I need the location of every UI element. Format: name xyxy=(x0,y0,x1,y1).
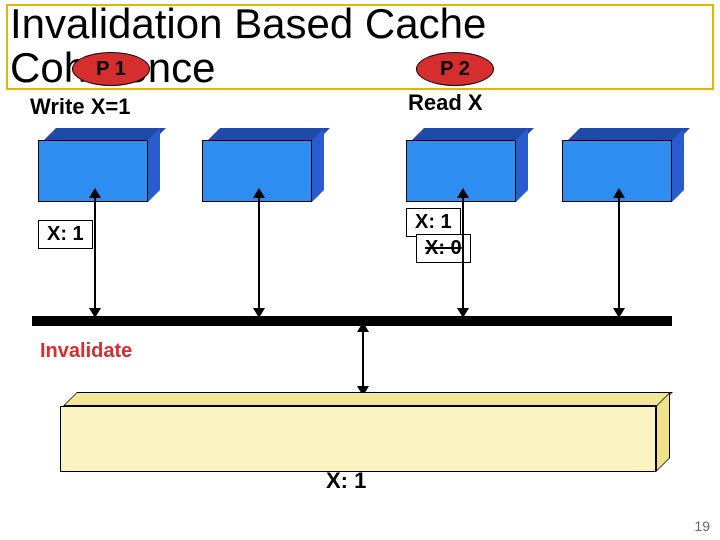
title-line-1: Invalidation Based Cache xyxy=(10,0,486,47)
processor-p2-badge: P 2 xyxy=(416,52,494,86)
system-bus xyxy=(32,316,672,326)
main-memory xyxy=(60,392,656,458)
p2-cache-value-new: X: 1 xyxy=(406,208,461,237)
invalidate-label: Invalidate xyxy=(40,340,132,363)
cache-4 xyxy=(562,128,672,190)
bus-connector-3 xyxy=(462,196,464,310)
bus-connector-4 xyxy=(618,196,620,310)
p1-cache-value: X: 1 xyxy=(38,220,93,249)
memory-value: X: 1 xyxy=(326,468,366,494)
processor-p2-label: P 2 xyxy=(440,58,470,81)
p2-action: Read X xyxy=(408,90,483,116)
bus-connector-2 xyxy=(258,196,260,310)
processor-p1-badge: P 1 xyxy=(72,52,150,86)
page-number: 19 xyxy=(694,518,710,534)
bus-connector-1 xyxy=(94,196,96,310)
p1-action: Write X=1 xyxy=(30,94,130,120)
memory-connector xyxy=(362,330,364,388)
cache-p1 xyxy=(38,128,148,190)
processor-p1-label: P 1 xyxy=(96,58,126,81)
cache-p2 xyxy=(406,128,516,190)
cache-2 xyxy=(202,128,312,190)
